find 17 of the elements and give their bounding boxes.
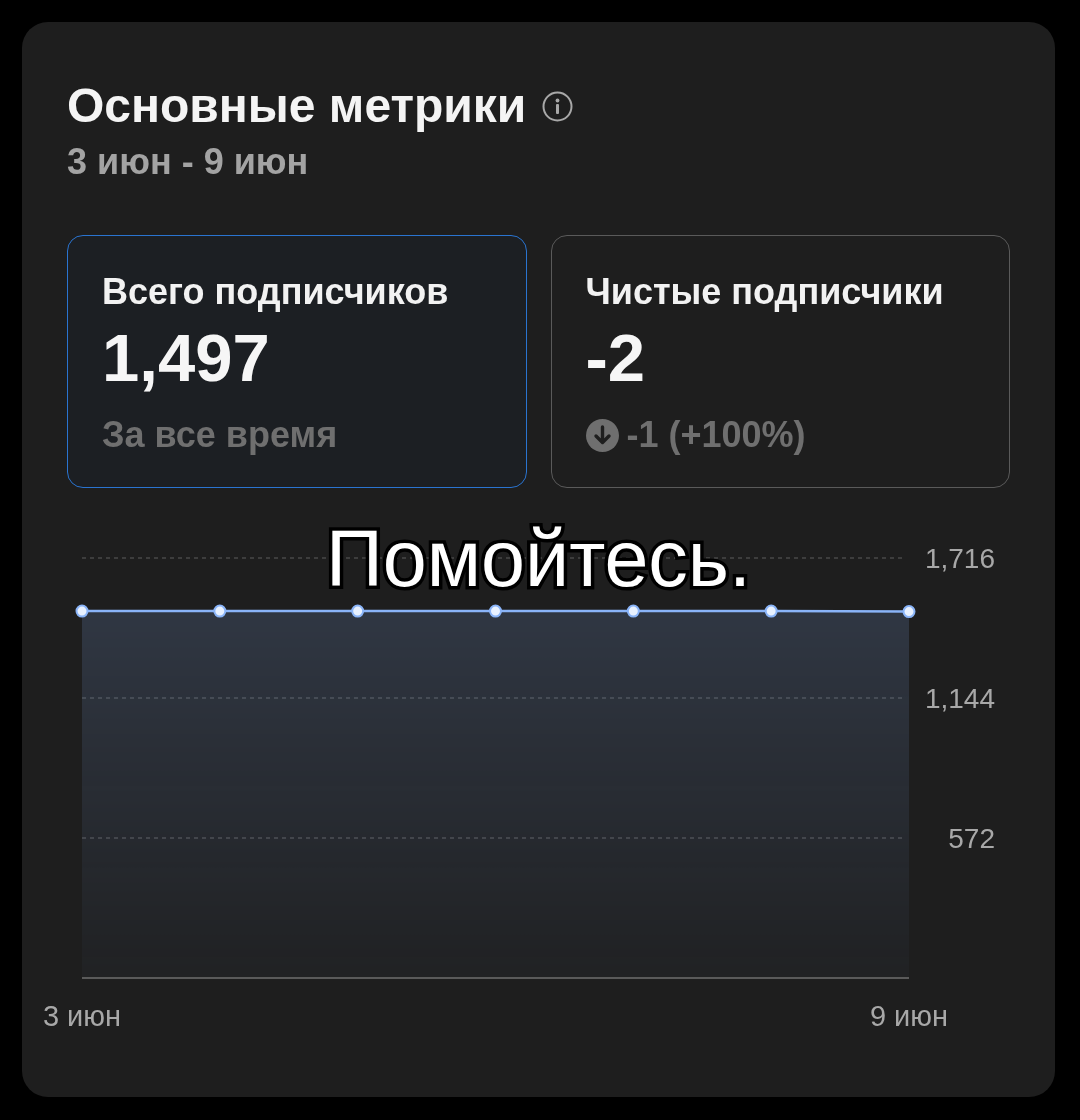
axis-label: 3 июн [42, 1000, 122, 1032]
metric-card[interactable]: Всего подписчиков 1,497 За все время [67, 235, 527, 488]
axis-label: 9 июн [869, 1000, 949, 1032]
info-icon[interactable] [542, 90, 574, 122]
axis-label: 572 [948, 823, 995, 854]
metric-value: -2 [585, 322, 647, 394]
metric-value: 1,497 [102, 322, 271, 394]
axis-label: 1,716 [924, 543, 995, 574]
metric-note: За все время [102, 414, 339, 456]
caption-text: Помойтесь. [326, 518, 751, 600]
date-range: 3 июн - 9 июн [67, 141, 310, 183]
change-text: -1 (+100%) [626, 414, 806, 456]
axis-label: 1,144 [924, 683, 995, 714]
metric-label: Чистые подписчики [585, 272, 945, 312]
card-title: Основные метрики [67, 78, 527, 134]
metric-card[interactable]: Чистые подписчики -2 -1 (+100%) [550, 235, 1010, 488]
metric-label: Всего подписчиков [102, 272, 450, 312]
